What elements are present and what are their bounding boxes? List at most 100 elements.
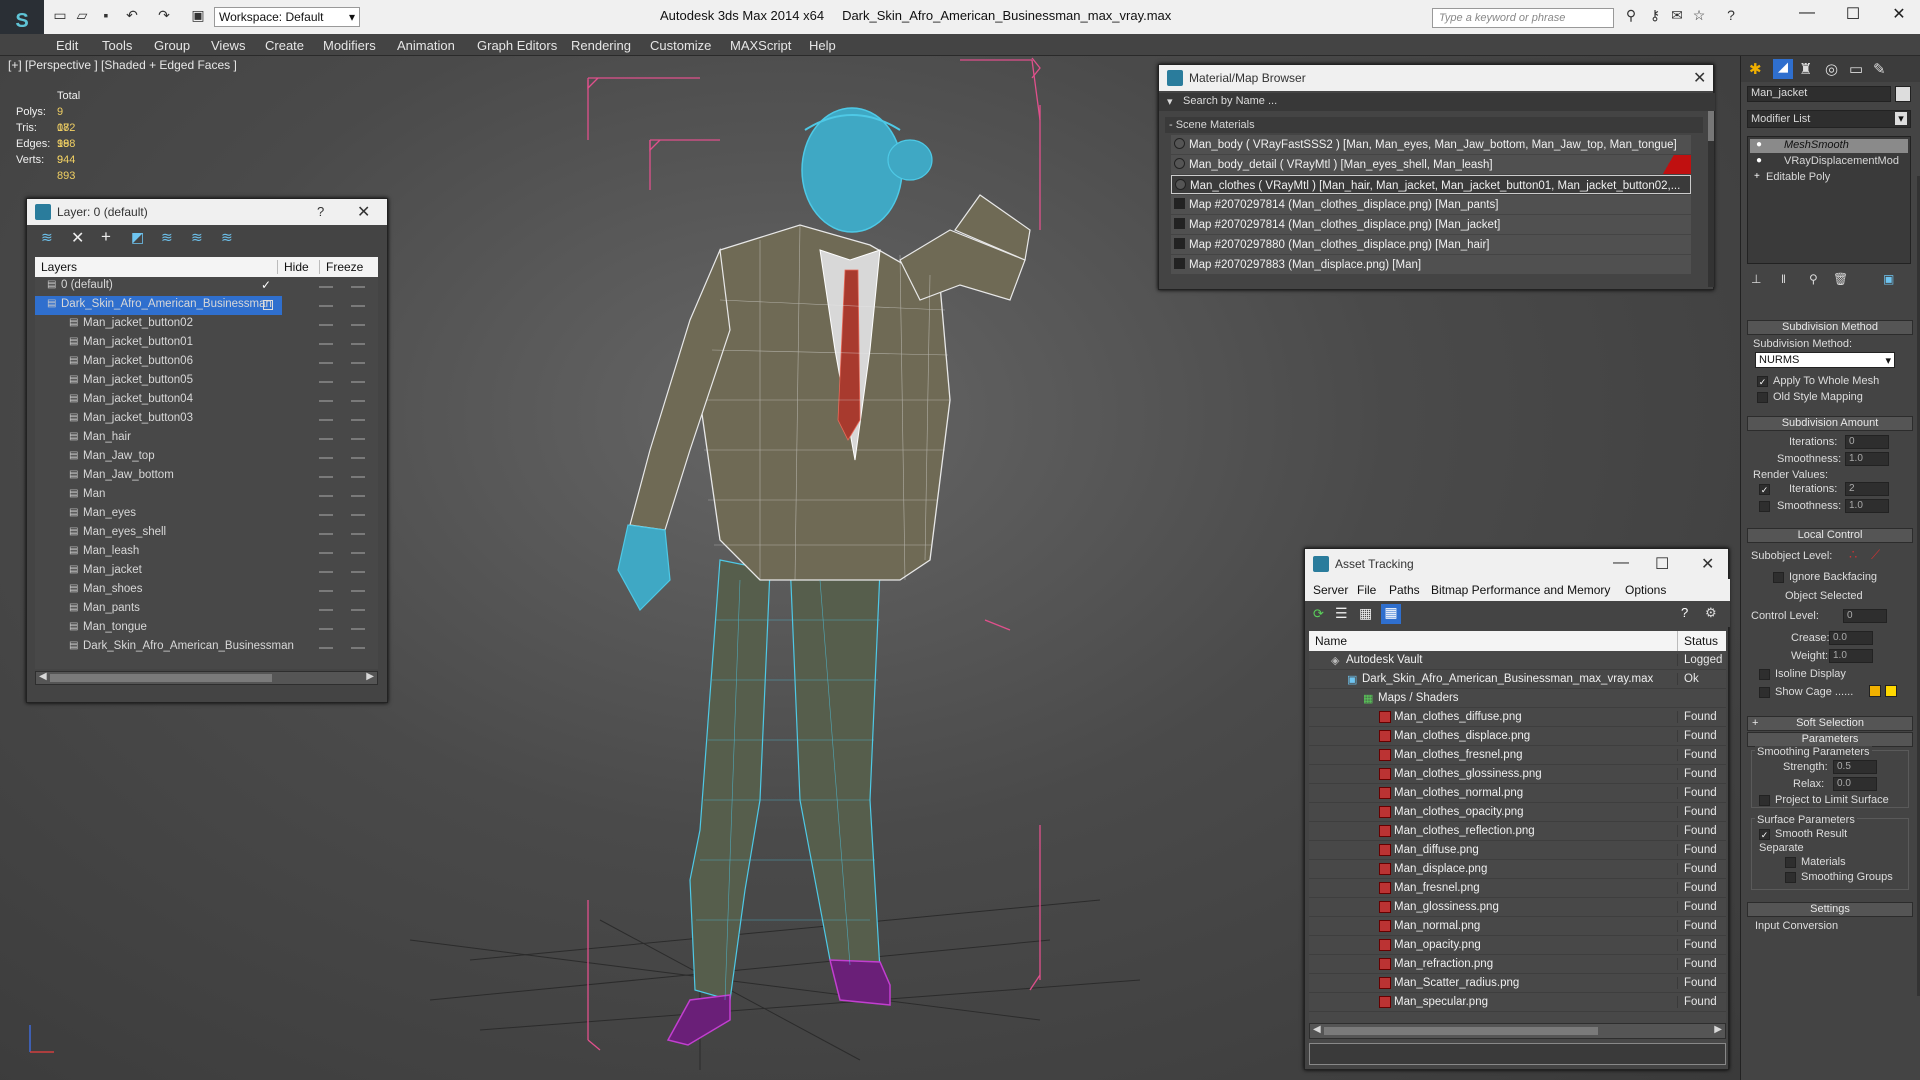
edge-subobject-icon[interactable]: ⟋: [1871, 547, 1880, 563]
smoothness-spinner[interactable]: 1.0: [1845, 452, 1889, 466]
minimize-icon[interactable]: —: [1613, 554, 1629, 572]
project-folder-icon[interactable]: ▣: [188, 7, 208, 25]
asset-menu-server[interactable]: Server: [1313, 583, 1348, 597]
help-icon[interactable]: ?: [1722, 7, 1740, 25]
scene-materials-group[interactable]: - Scene Materials: [1165, 117, 1703, 133]
separate-smoothing-groups-checkbox[interactable]: [1785, 872, 1796, 883]
layer-row[interactable]: ▤ Dark_Skin_Afro_American_Businessman: [35, 296, 282, 315]
freeze-toggle[interactable]: [351, 533, 365, 535]
menu-edit[interactable]: Edit: [56, 38, 78, 53]
table-view-icon[interactable]: ▦: [1381, 604, 1401, 624]
create-tab-icon[interactable]: ✱: [1749, 60, 1762, 78]
asset-row[interactable]: ▦ Maps / Shaders: [1309, 689, 1726, 708]
show-end-result-icon[interactable]: ‖: [1781, 272, 1786, 286]
material-row[interactable]: Map #2070297814 (Man_clothes_displace.pn…: [1171, 215, 1691, 234]
separate-materials-checkbox[interactable]: [1785, 857, 1796, 868]
hide-toggle[interactable]: [319, 419, 333, 421]
menu-maxscript[interactable]: MAXScript: [730, 38, 791, 53]
relax-spinner[interactable]: 0.0: [1833, 777, 1877, 791]
asset-row[interactable]: Man_Scatter_radius.png Found: [1309, 974, 1726, 993]
material-row[interactable]: Man_body_detail ( VRayMtl ) [Man_eyes_sh…: [1171, 155, 1691, 174]
hide-all-icon[interactable]: ≋: [191, 229, 203, 246]
close-icon[interactable]: ✕: [1701, 554, 1714, 574]
key-icon[interactable]: ⚷: [1646, 7, 1664, 25]
freeze-toggle[interactable]: [351, 343, 365, 345]
hide-toggle[interactable]: [319, 609, 333, 611]
material-row[interactable]: Map #2070297814 (Man_clothes_displace.pn…: [1171, 195, 1691, 214]
select-objects-in-layer-icon[interactable]: ◩: [131, 229, 144, 246]
asset-path-field[interactable]: [1309, 1043, 1726, 1065]
isoline-display-checkbox[interactable]: [1759, 669, 1770, 680]
utilities-tab-icon[interactable]: ✎: [1873, 60, 1886, 78]
communication-icon[interactable]: ✉: [1668, 7, 1686, 25]
menu-rendering[interactable]: Rendering: [571, 38, 631, 53]
refresh-icon[interactable]: ⟳: [1313, 606, 1324, 622]
menu-help[interactable]: Help: [809, 38, 836, 53]
hide-toggle[interactable]: [319, 381, 333, 383]
settings-icon[interactable]: ⚙: [1705, 605, 1717, 621]
asset-menu-options[interactable]: Options: [1625, 583, 1666, 597]
asset-row[interactable]: Man_displace.png Found: [1309, 860, 1726, 879]
menu-customize[interactable]: Customize: [650, 38, 711, 53]
menu-graph-editors[interactable]: Graph Editors: [477, 38, 557, 53]
motion-tab-icon[interactable]: ◎: [1825, 60, 1838, 78]
freeze-toggle[interactable]: [351, 457, 365, 459]
freeze-all-icon[interactable]: ≋: [221, 229, 233, 246]
new-file-icon[interactable]: ▭: [50, 7, 70, 25]
freeze-toggle[interactable]: [351, 590, 365, 592]
freeze-toggle[interactable]: [351, 609, 365, 611]
vertical-scrollbar[interactable]: [1708, 111, 1714, 287]
close-icon[interactable]: ✕: [1693, 68, 1706, 88]
redo-icon[interactable]: ↷: [154, 7, 174, 25]
hide-toggle[interactable]: [319, 552, 333, 554]
cage-color-swatch[interactable]: [1869, 685, 1881, 697]
hide-toggle[interactable]: [319, 495, 333, 497]
current-layer-box-icon[interactable]: [263, 300, 273, 310]
smooth-result-checkbox[interactable]: ✓: [1759, 829, 1770, 840]
hide-toggle[interactable]: [319, 362, 333, 364]
asset-row[interactable]: Man_clothes_displace.png Found: [1309, 727, 1726, 746]
col-name[interactable]: Name: [1315, 634, 1347, 648]
freeze-toggle[interactable]: [351, 419, 365, 421]
asset-horizontal-scrollbar[interactable]: ◀ ▶: [1309, 1023, 1726, 1039]
control-level-spinner[interactable]: 0: [1843, 609, 1887, 623]
menu-animation[interactable]: Animation: [397, 38, 455, 53]
delete-layer-icon[interactable]: ✕: [71, 228, 84, 248]
object-name-field[interactable]: Man_jacket: [1747, 86, 1891, 102]
viewport-label[interactable]: [+] [Perspective ] [Shaded + Edged Faces…: [8, 58, 237, 72]
scroll-left-icon[interactable]: ◀: [39, 671, 47, 682]
col-status[interactable]: Status: [1677, 631, 1718, 651]
maximize-icon[interactable]: ☐: [1655, 554, 1669, 574]
remove-modifier-icon[interactable]: 🗑: [1833, 272, 1848, 286]
hide-toggle[interactable]: [319, 438, 333, 440]
open-file-icon[interactable]: ▱: [72, 7, 92, 25]
stack-item-vray-displacement[interactable]: VRayDisplacementMod: [1750, 155, 1908, 169]
asset-row[interactable]: Man_fresnel.png Found: [1309, 879, 1726, 898]
scrollbar-thumb[interactable]: [1708, 111, 1714, 141]
render-smoothness-checkbox[interactable]: [1759, 501, 1770, 512]
search-options-chevron-icon[interactable]: ▾: [1167, 95, 1173, 108]
asset-row[interactable]: Man_normal.png Found: [1309, 917, 1726, 936]
freeze-toggle[interactable]: [351, 628, 365, 630]
hide-toggle[interactable]: [319, 305, 333, 307]
make-unique-icon[interactable]: ⚲: [1809, 272, 1818, 286]
expand-plus-icon[interactable]: +: [1754, 171, 1760, 182]
weight-spinner[interactable]: 1.0: [1829, 649, 1873, 663]
material-row[interactable]: Map #2070297880 (Man_clothes_displace.pn…: [1171, 235, 1691, 254]
asset-menu-file[interactable]: File: [1357, 583, 1376, 597]
asset-row[interactable]: Man_clothes_glossiness.png Found: [1309, 765, 1726, 784]
freeze-toggle[interactable]: [351, 286, 365, 288]
rollout-settings[interactable]: Settings: [1747, 902, 1913, 917]
old-style-mapping-checkbox[interactable]: [1757, 392, 1768, 403]
rollout-subdivision-method[interactable]: Subdivision Method: [1747, 320, 1913, 335]
render-iterations-spinner[interactable]: 2: [1845, 482, 1889, 496]
stack-item-editable-poly[interactable]: Editable Poly: [1750, 171, 1908, 185]
asset-row[interactable]: Man_clothes_diffuse.png Found: [1309, 708, 1726, 727]
horizontal-scrollbar[interactable]: ◀ ▶: [35, 671, 378, 685]
layer-panel-titlebar[interactable]: Layer: 0 (default) ? ✕: [27, 199, 387, 225]
asset-menu-paths[interactable]: Paths: [1389, 583, 1420, 597]
modifier-list-dropdown[interactable]: Modifier List ▾: [1747, 110, 1911, 128]
asset-row[interactable]: Man_clothes_opacity.png Found: [1309, 803, 1726, 822]
pin-stack-icon[interactable]: ⊥: [1751, 272, 1761, 286]
asset-row[interactable]: Man_clothes_fresnel.png Found: [1309, 746, 1726, 765]
